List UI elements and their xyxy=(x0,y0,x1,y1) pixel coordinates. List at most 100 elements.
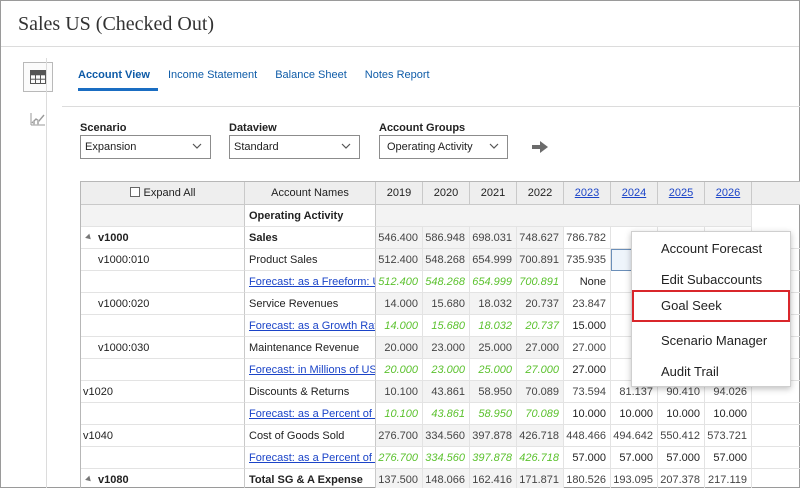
expand-all-checkbox[interactable] xyxy=(129,187,140,197)
value-cell[interactable]: 334.560 xyxy=(423,425,470,447)
value-cell[interactable]: 137.500 xyxy=(376,469,423,488)
value-cell[interactable]: 748.627 xyxy=(517,227,564,249)
forecast-method-link[interactable]: Forecast: as a Freeform: U xyxy=(245,271,376,293)
menu-item-goal-seek[interactable]: Goal Seek xyxy=(632,290,790,322)
row-id[interactable]: v1000 xyxy=(81,227,245,249)
value-cell[interactable]: 700.891 xyxy=(517,271,564,293)
value-cell[interactable]: 654.999 xyxy=(470,271,517,293)
row-id[interactable]: v1080 xyxy=(81,469,245,488)
value-cell[interactable]: 397.878 xyxy=(470,425,517,447)
menu-item-scenario-manager[interactable]: Scenario Manager xyxy=(632,325,790,355)
value-cell[interactable]: 573.721 xyxy=(705,425,752,447)
value-cell[interactable]: 512.400 xyxy=(376,271,423,293)
value-cell[interactable]: 10.000 xyxy=(658,403,705,425)
tab-income-statement[interactable]: Income Statement xyxy=(168,68,259,92)
value-cell[interactable]: 217.119 xyxy=(705,469,752,488)
value-cell[interactable]: 654.999 xyxy=(470,249,517,271)
value-cell[interactable]: 786.782 xyxy=(564,227,611,249)
value-cell[interactable]: 27.000 xyxy=(564,337,611,359)
arrow-right-icon[interactable] xyxy=(532,141,548,153)
value-cell[interactable]: 25.000 xyxy=(470,359,517,381)
value-cell[interactable]: 148.066 xyxy=(423,469,470,488)
value-cell[interactable]: 276.700 xyxy=(376,425,423,447)
value-cell[interactable]: 397.878 xyxy=(470,447,517,469)
value-cell[interactable]: 58.950 xyxy=(470,381,517,403)
value-cell[interactable]: 70.089 xyxy=(517,403,564,425)
value-cell[interactable]: 18.032 xyxy=(470,293,517,315)
value-cell[interactable]: 20.000 xyxy=(376,337,423,359)
value-cell[interactable]: 27.000 xyxy=(564,359,611,381)
value-cell[interactable]: 10.000 xyxy=(611,403,658,425)
value-cell[interactable]: 494.642 xyxy=(611,425,658,447)
collapse-triangle-icon[interactable] xyxy=(85,233,93,242)
value-cell[interactable]: 14.000 xyxy=(376,315,423,337)
table-grid-icon[interactable] xyxy=(23,62,53,92)
value-cell[interactable]: 70.089 xyxy=(517,381,564,403)
value-cell[interactable]: 700.891 xyxy=(517,249,564,271)
value-cell[interactable]: 18.032 xyxy=(470,315,517,337)
value-cell[interactable]: 548.268 xyxy=(423,271,470,293)
value-cell[interactable]: 15.680 xyxy=(423,315,470,337)
value-cell[interactable]: 20.737 xyxy=(517,315,564,337)
scenario-select[interactable]: Expansion xyxy=(80,135,211,159)
tab-balance-sheet[interactable]: Balance Sheet xyxy=(275,68,349,92)
value-cell[interactable]: 10.000 xyxy=(705,403,752,425)
value-cell[interactable]: 334.560 xyxy=(423,447,470,469)
value-cell[interactable]: 43.861 xyxy=(423,381,470,403)
year-header-2023[interactable]: 2023 xyxy=(564,182,611,205)
value-cell[interactable]: None xyxy=(564,271,611,293)
value-cell[interactable]: 73.594 xyxy=(564,381,611,403)
value-cell[interactable]: 550.412 xyxy=(658,425,705,447)
value-cell[interactable]: 14.000 xyxy=(376,293,423,315)
value-cell[interactable]: 58.950 xyxy=(470,403,517,425)
value-cell[interactable]: 57.000 xyxy=(564,447,611,469)
value-cell[interactable]: 735.935 xyxy=(564,249,611,271)
value-cell[interactable]: 23.000 xyxy=(423,359,470,381)
forecast-method-link[interactable]: Forecast: as a Percent of S xyxy=(245,447,376,469)
tab-notes-report[interactable]: Notes Report xyxy=(365,68,432,92)
value-cell[interactable]: 10.100 xyxy=(376,403,423,425)
forecast-method-link[interactable]: Forecast: as a Growth Rate xyxy=(245,315,376,337)
value-cell[interactable]: 426.718 xyxy=(517,447,564,469)
tab-account-view[interactable]: Account View xyxy=(78,68,158,92)
value-cell[interactable]: 207.378 xyxy=(658,469,705,488)
value-cell[interactable]: 20.737 xyxy=(517,293,564,315)
menu-item-account-forecast[interactable]: Account Forecast xyxy=(632,233,790,263)
dataview-select[interactable]: Standard xyxy=(229,135,360,159)
value-cell[interactable]: 27.000 xyxy=(517,359,564,381)
value-cell[interactable]: 586.948 xyxy=(423,227,470,249)
value-cell[interactable]: 23.000 xyxy=(423,337,470,359)
forecast-method-link[interactable]: Forecast: in Millions of US xyxy=(245,359,376,381)
value-cell[interactable]: 512.400 xyxy=(376,249,423,271)
value-cell[interactable]: 546.400 xyxy=(376,227,423,249)
value-cell[interactable]: 20.000 xyxy=(376,359,423,381)
value-cell[interactable]: 426.718 xyxy=(517,425,564,447)
value-cell[interactable]: 27.000 xyxy=(517,337,564,359)
value-cell[interactable]: 57.000 xyxy=(705,447,752,469)
value-cell[interactable]: 10.100 xyxy=(376,381,423,403)
year-header-2025[interactable]: 2025 xyxy=(658,182,705,205)
value-cell[interactable]: 23.847 xyxy=(564,293,611,315)
year-header-2024[interactable]: 2024 xyxy=(611,182,658,205)
value-cell[interactable]: 698.031 xyxy=(470,227,517,249)
value-cell[interactable]: 25.000 xyxy=(470,337,517,359)
chart-icon[interactable] xyxy=(23,104,53,134)
value-cell[interactable]: 10.000 xyxy=(564,403,611,425)
collapse-triangle-icon[interactable] xyxy=(85,475,93,484)
value-cell[interactable]: 57.000 xyxy=(658,447,705,469)
account-groups-select[interactable]: Operating Activity xyxy=(379,135,508,159)
value-cell[interactable]: 180.526 xyxy=(564,469,611,488)
value-cell[interactable]: 43.861 xyxy=(423,403,470,425)
value-cell[interactable]: 162.416 xyxy=(470,469,517,488)
value-cell[interactable]: 276.700 xyxy=(376,447,423,469)
forecast-method-link[interactable]: Forecast: as a Percent of F xyxy=(245,403,376,425)
value-cell[interactable]: 193.095 xyxy=(611,469,658,488)
value-cell[interactable]: 15.680 xyxy=(423,293,470,315)
value-cell[interactable]: 171.871 xyxy=(517,469,564,488)
menu-item-audit-trail[interactable]: Audit Trail xyxy=(632,356,790,386)
value-cell[interactable]: 15.000 xyxy=(564,315,611,337)
value-cell[interactable]: 548.268 xyxy=(423,249,470,271)
value-cell[interactable]: 448.466 xyxy=(564,425,611,447)
value-cell[interactable]: 57.000 xyxy=(611,447,658,469)
year-header-2026[interactable]: 2026 xyxy=(705,182,752,205)
